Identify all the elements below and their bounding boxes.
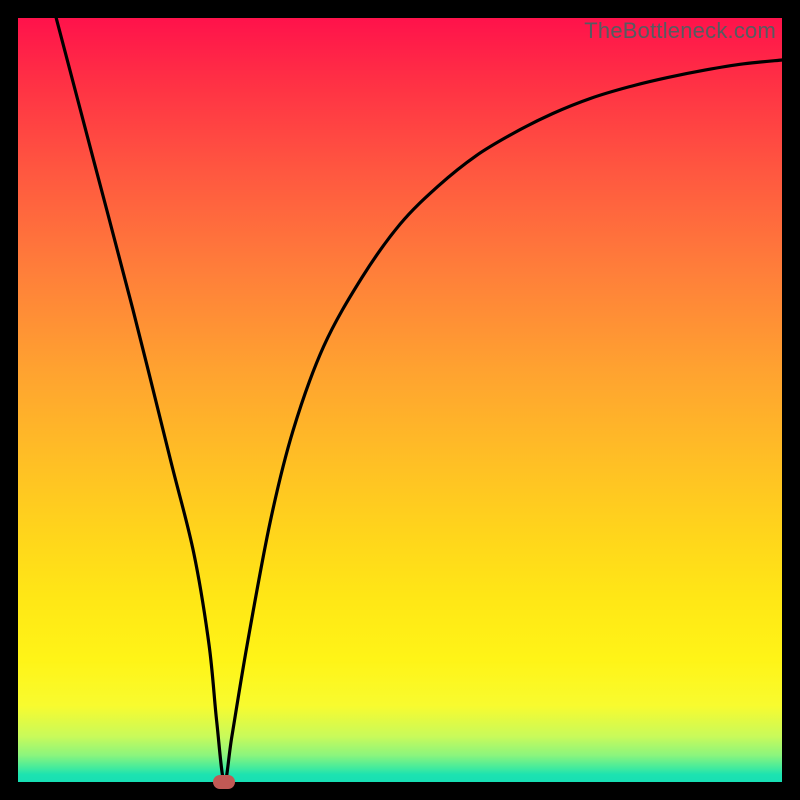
chart-frame: TheBottleneck.com <box>18 18 782 782</box>
optimal-point-marker <box>213 775 235 789</box>
bottleneck-curve <box>56 18 782 782</box>
plot-area: TheBottleneck.com <box>18 18 782 782</box>
curve-layer <box>18 18 782 782</box>
